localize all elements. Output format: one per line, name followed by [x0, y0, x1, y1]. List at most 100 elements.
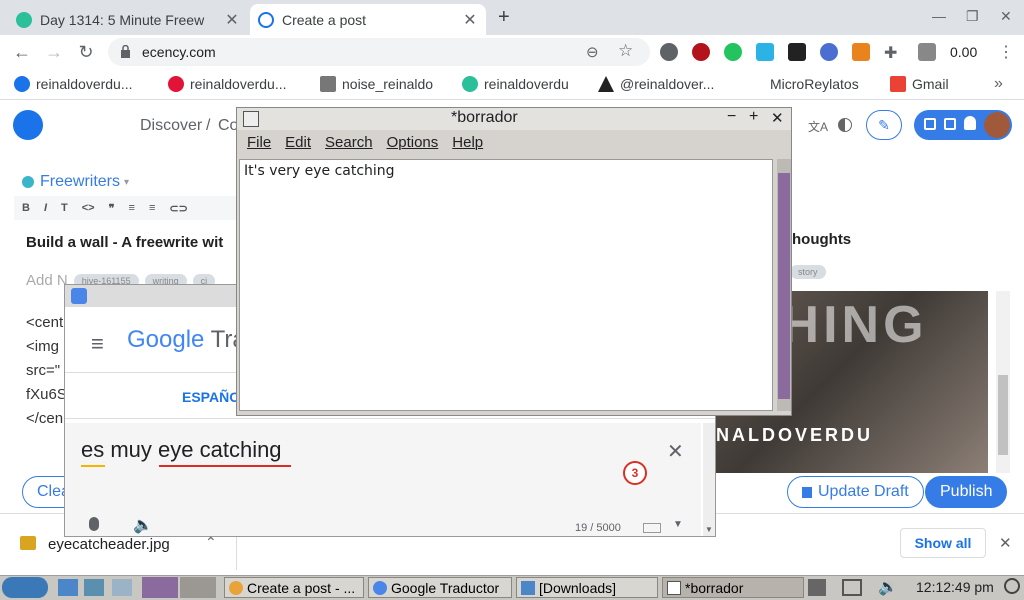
tab-freewrite[interactable]: Day 1314: 5 Minute Freew ✕ — [8, 4, 248, 35]
window-launcher-icon[interactable] — [112, 579, 132, 596]
wallet-icon[interactable] — [918, 43, 936, 61]
extension-grammarly-icon[interactable] — [724, 43, 742, 61]
bookmark-item[interactable]: reinaldoverdu... — [14, 76, 133, 92]
menu-file[interactable]: File — [237, 134, 275, 156]
microphone-icon[interactable] — [89, 517, 99, 531]
scroll-thumb[interactable] — [778, 173, 790, 399]
workspace-2[interactable] — [180, 577, 216, 598]
extension-cube-icon[interactable] — [660, 43, 678, 61]
gtranslate-scrollbar[interactable]: ▼ — [703, 423, 715, 536]
new-tab-icon[interactable]: + — [498, 6, 510, 29]
menu-help[interactable]: Help — [442, 134, 487, 156]
borrador-titlebar[interactable]: *borrador − + ✕ — [237, 108, 791, 130]
power-icon[interactable] — [1004, 578, 1020, 594]
publish-button[interactable]: Publish — [925, 476, 1008, 508]
close-tab-icon[interactable]: ✕ — [224, 10, 240, 30]
reload-icon[interactable]: ↻ — [76, 43, 96, 63]
bookmark-item[interactable]: reinaldoverdu... — [168, 76, 287, 92]
body-line[interactable]: <cent — [26, 314, 63, 331]
start-menu-icon[interactable] — [2, 577, 48, 598]
link-icon[interactable]: ⊂⊃ — [169, 202, 187, 215]
task-create-post[interactable]: Create a post - ... — [224, 577, 364, 598]
speaker-icon[interactable]: 🔈 — [133, 515, 153, 535]
clipboard-tray-icon[interactable] — [808, 579, 826, 596]
restore-icon[interactable]: ❐ — [966, 8, 979, 25]
theme-toggle-icon[interactable] — [838, 118, 852, 132]
menu-options[interactable]: Options — [377, 134, 443, 156]
folder-launcher-icon[interactable] — [58, 579, 78, 596]
italic-icon[interactable]: I — [44, 202, 47, 214]
body-line[interactable]: src=" — [26, 362, 60, 379]
keyboard-icon[interactable] — [643, 523, 661, 533]
close-window-icon[interactable]: ✕ — [1000, 8, 1012, 25]
bullet-list-icon[interactable]: ≡ — [149, 202, 155, 214]
task-google-translate[interactable]: Google Traductor — [368, 577, 512, 598]
extension-keychain-icon[interactable] — [788, 43, 806, 61]
body-line[interactable]: fXu6S — [26, 386, 67, 403]
community-selector[interactable]: Freewriters ▾ — [22, 173, 129, 191]
back-icon[interactable]: ← — [12, 43, 32, 63]
close-tab-icon[interactable]: ✕ — [462, 10, 478, 30]
forward-icon[interactable]: → — [44, 43, 64, 63]
network-tray-icon[interactable] — [842, 579, 862, 596]
workspace-1[interactable] — [142, 577, 178, 598]
update-draft-button[interactable]: Update Draft — [787, 476, 924, 508]
maximize-icon[interactable]: + — [749, 108, 758, 126]
notification-bell-icon[interactable] — [964, 116, 976, 130]
drafts-icon[interactable] — [944, 118, 956, 130]
volume-icon[interactable]: 🔉 — [878, 577, 898, 597]
extension-globe-icon[interactable] — [820, 43, 838, 61]
grammar-badge[interactable]: 3 — [623, 461, 647, 485]
browser-menu-icon[interactable]: ⋮ — [998, 42, 1014, 62]
tab-create-post[interactable]: Create a post ✕ — [250, 4, 486, 35]
borrador-scrollbar[interactable] — [777, 159, 791, 411]
target-language-tab[interactable]: ESPAÑO — [182, 389, 240, 405]
wallet-box-icon[interactable] — [924, 118, 936, 130]
close-icon[interactable]: ✕ — [771, 109, 784, 127]
calculator-launcher-icon[interactable] — [84, 579, 104, 596]
task-borrador[interactable]: *borrador — [662, 577, 804, 598]
translate-icon[interactable]: 文A — [808, 118, 828, 135]
nav-discover[interactable]: Discover — [140, 117, 202, 135]
chevron-down-icon[interactable]: ▼ — [673, 519, 683, 530]
bookmark-item[interactable]: Gmail — [890, 76, 949, 92]
user-menu[interactable] — [914, 110, 1012, 140]
bookmark-star-icon[interactable]: ☆ — [618, 41, 633, 61]
minimize-icon[interactable]: — — [932, 8, 946, 24]
download-filename[interactable]: eyecatcheader.jpg — [48, 536, 170, 553]
preview-scrollbar[interactable] — [996, 291, 1010, 473]
show-all-button[interactable]: Show all — [900, 528, 986, 558]
bold-icon[interactable]: B — [22, 202, 30, 214]
extension-hive-icon[interactable] — [692, 43, 710, 61]
extensions-puzzle-icon[interactable]: ✚ — [884, 43, 897, 63]
close-shelf-icon[interactable]: ✕ — [999, 534, 1012, 552]
scroll-down-arrow-icon[interactable]: ▼ — [705, 525, 713, 534]
clock[interactable]: 12:12:49 pm — [916, 579, 994, 595]
menu-search[interactable]: Search — [315, 134, 377, 156]
bookmark-item[interactable]: MicroReylatos — [754, 76, 859, 92]
edit-pencil-icon[interactable]: ✎ — [866, 110, 902, 140]
more-bookmarks-icon[interactable]: » — [994, 75, 1003, 93]
body-line[interactable]: </cen — [26, 410, 63, 427]
bookmark-item[interactable]: @reinaldover... — [598, 76, 714, 92]
metamask-icon[interactable] — [852, 43, 870, 61]
hamburger-menu-icon[interactable]: ≡ — [91, 331, 104, 357]
bookmark-item[interactable]: reinaldoverdu — [462, 76, 569, 92]
post-title-input[interactable]: Build a wall - A freewrite wit — [26, 234, 223, 251]
zoom-icon[interactable]: ⊖ — [586, 43, 599, 61]
editor-textarea[interactable]: It's very eye catching — [239, 159, 773, 411]
ecency-logo-icon[interactable] — [13, 110, 43, 140]
quote-icon[interactable]: ❞ — [109, 202, 115, 215]
minimize-icon[interactable]: − — [727, 108, 736, 126]
heading-icon[interactable]: T — [61, 202, 68, 214]
code-icon[interactable]: <> — [82, 202, 95, 214]
bookmark-item[interactable]: noise_reinaldo — [320, 76, 433, 92]
task-downloads[interactable]: [Downloads] — [516, 577, 658, 598]
clear-text-icon[interactable]: ✕ — [667, 439, 684, 464]
body-line[interactable]: <img — [26, 338, 59, 355]
extension-arrows-icon[interactable] — [756, 43, 774, 61]
address-bar[interactable]: ecency.com ⊖ ☆ — [108, 38, 650, 66]
menu-edit[interactable]: Edit — [275, 134, 315, 156]
ordered-list-icon[interactable]: ≡ — [129, 202, 135, 214]
avatar[interactable] — [984, 112, 1010, 138]
